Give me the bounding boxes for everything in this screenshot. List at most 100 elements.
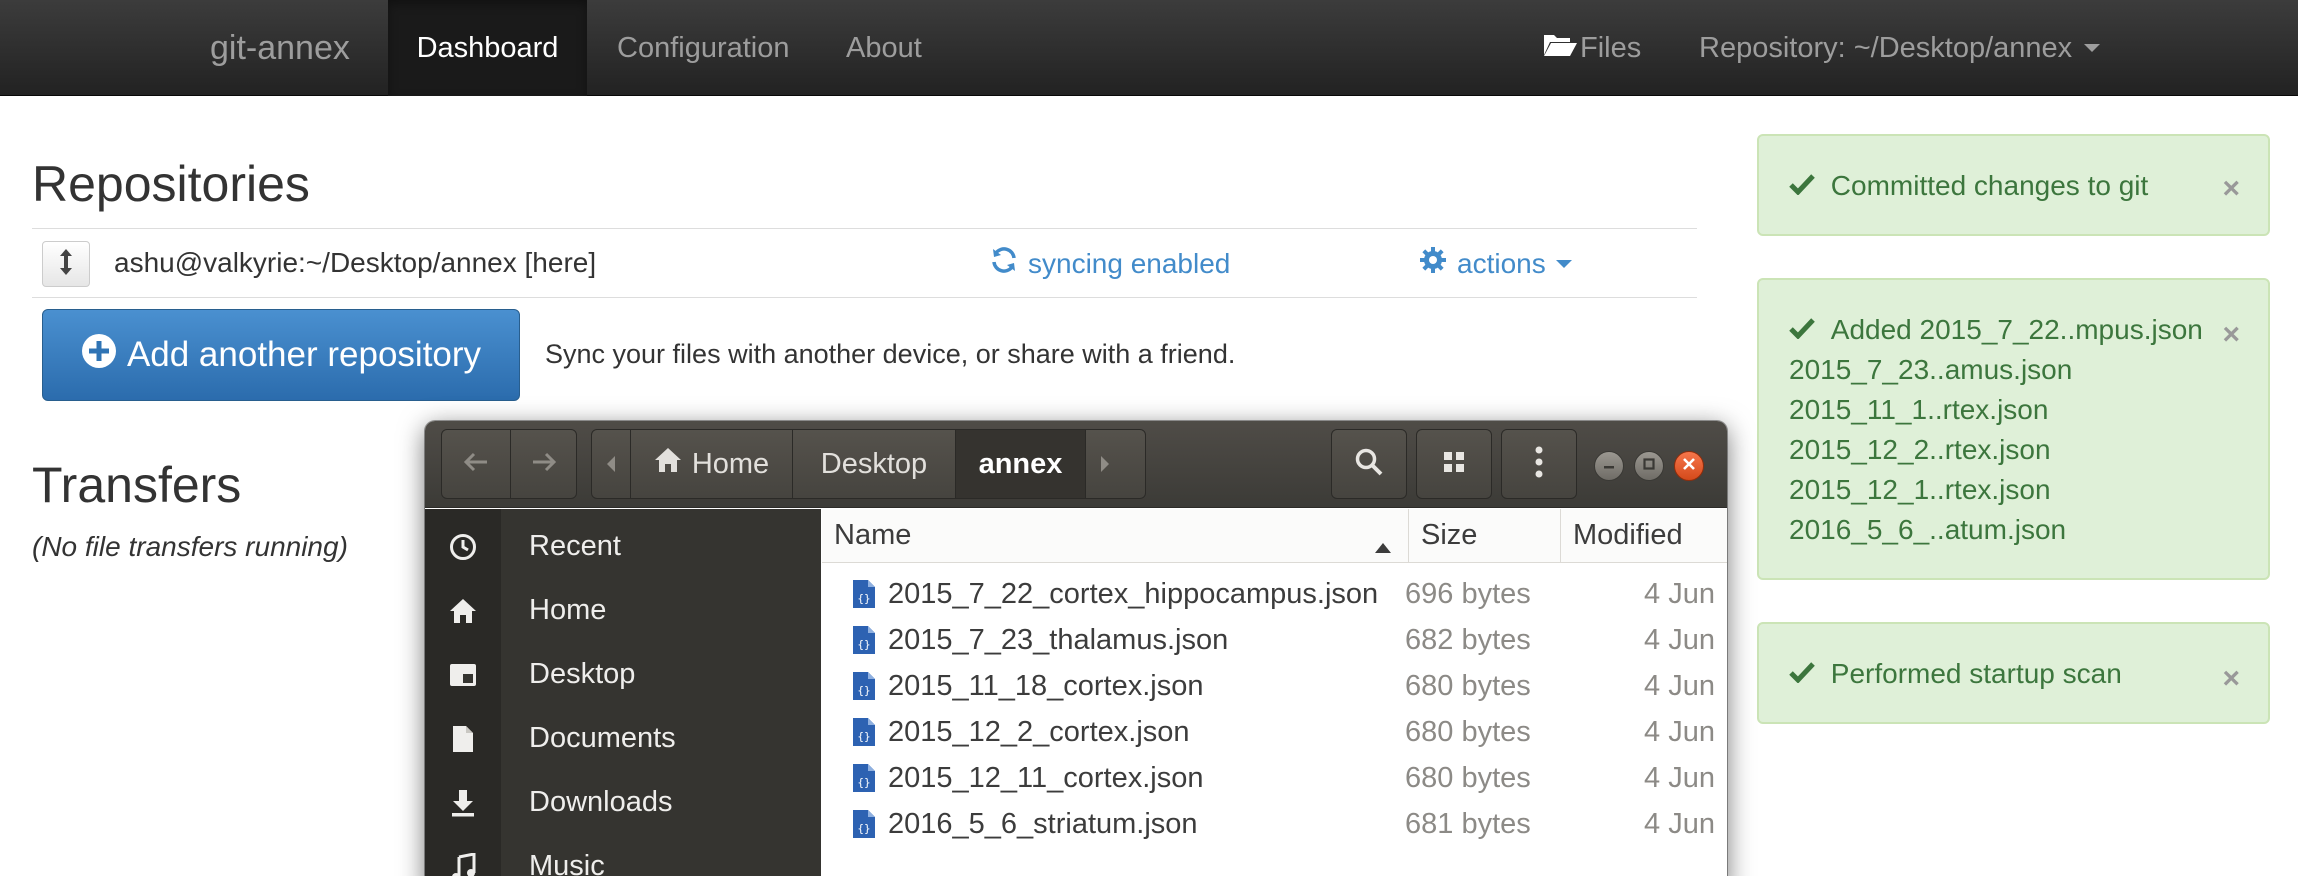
json-file-icon: {}	[852, 671, 876, 701]
sync-status-link[interactable]: syncing enabled	[990, 246, 1230, 281]
file-row[interactable]: {} 2015_12_11_cortex.json 680 bytes 4 Ju…	[822, 755, 1727, 801]
file-row[interactable]: {} 2016_5_6_striatum.json 681 bytes 4 Ju…	[822, 801, 1727, 847]
sidebar-item-label: Desktop	[529, 658, 636, 690]
file-modified: 4 Jun	[1644, 716, 1715, 748]
drag-handle-button[interactable]	[42, 241, 90, 287]
caret-down-icon	[1555, 259, 1572, 268]
file-size: 680 bytes	[1405, 670, 1531, 702]
minimize-button[interactable]	[1594, 451, 1624, 481]
add-repository-hint: Sync your files with another device, or …	[545, 339, 1236, 369]
sidebar-item-documents[interactable]: Documents	[425, 707, 821, 771]
alert-text: 2016_5_6_..atum.json	[1789, 514, 2067, 545]
file-row[interactable]: {} 2015_7_23_thalamus.json 682 bytes 4 J…	[822, 617, 1727, 663]
close-icon	[1682, 457, 1696, 476]
file-name: 2015_12_11_cortex.json	[888, 762, 1204, 794]
svg-text:{}: {}	[857, 684, 870, 697]
file-size: 680 bytes	[1405, 716, 1531, 748]
arrow-right-icon	[531, 451, 557, 478]
breadcrumb-desktop[interactable]: Desktop	[792, 430, 955, 498]
files-link[interactable]: Files	[1542, 0, 1641, 96]
path-scroll-left-button[interactable]	[592, 430, 630, 498]
close-icon[interactable]: ×	[2222, 662, 2240, 696]
minimize-icon	[1602, 457, 1616, 476]
maximize-button[interactable]	[1634, 451, 1664, 481]
alert-text: 2015_11_1..rtex.json	[1789, 394, 2049, 425]
file-size: 696 bytes	[1405, 578, 1531, 610]
breadcrumb-home[interactable]: Home	[630, 430, 792, 498]
file-row[interactable]: {} 2015_11_18_cortex.json 680 bytes 4 Ju…	[822, 663, 1727, 709]
alert-text: 2015_12_2..rtex.json	[1789, 434, 2051, 465]
column-header-size[interactable]: Size	[1409, 509, 1561, 563]
back-button[interactable]	[442, 430, 510, 498]
search-icon	[1354, 447, 1384, 482]
actions-dropdown[interactable]: actions	[1419, 246, 1572, 281]
file-size: 681 bytes	[1405, 808, 1531, 840]
desktop-icon	[447, 659, 479, 691]
alert-text: Performed startup scan	[1830, 658, 2122, 689]
column-header-name[interactable]: Name	[822, 509, 1409, 563]
resize-vertical-icon	[59, 248, 73, 281]
json-file-icon: {}	[852, 717, 876, 747]
sort-ascending-icon	[1374, 529, 1392, 562]
refresh-icon	[990, 246, 1018, 281]
column-header-modified[interactable]: Modified	[1561, 509, 1727, 563]
file-name: 2015_11_18_cortex.json	[888, 670, 1204, 702]
close-icon[interactable]: ×	[2222, 172, 2240, 206]
files-label: Files	[1580, 32, 1642, 64]
tab-configuration[interactable]: Configuration	[617, 0, 790, 96]
close-window-button[interactable]	[1674, 451, 1704, 481]
sidebar-item-label: Documents	[529, 722, 676, 754]
check-icon	[1789, 170, 1823, 201]
actions-label: actions	[1457, 247, 1546, 279]
sidebar-item-label: Music	[529, 850, 605, 876]
repository-name: ashu@valkyrie:~/Desktop/annex [here]	[114, 247, 597, 278]
close-icon[interactable]: ×	[2222, 318, 2240, 352]
sync-status-label: syncing enabled	[1028, 247, 1231, 279]
file-name: 2015_7_22_cortex_hippocampus.json	[888, 578, 1379, 610]
kebab-menu-icon	[1535, 446, 1543, 483]
sidebar-item-home[interactable]: Home	[425, 579, 821, 643]
sidebar-item-music[interactable]: Music	[425, 835, 821, 876]
add-repository-button[interactable]: Add another repository	[42, 309, 520, 401]
alert-startup-scan: Performed startup scan ×	[1757, 622, 2270, 724]
tab-about[interactable]: About	[846, 0, 922, 96]
menu-button[interactable]	[1501, 429, 1577, 499]
maximize-icon	[1642, 457, 1656, 476]
forward-button[interactable]	[510, 430, 578, 498]
file-name: 2015_12_2_cortex.json	[888, 716, 1190, 748]
sidebar-item-recent[interactable]: Recent	[425, 515, 821, 579]
svg-text:{}: {}	[857, 592, 870, 605]
repository-dropdown[interactable]: Repository: ~/Desktop/annex	[1699, 0, 2101, 96]
breadcrumb-label: Home	[691, 447, 770, 480]
file-name: 2015_7_23_thalamus.json	[888, 624, 1229, 656]
column-header-label: Name	[834, 519, 912, 551]
file-manager-headerbar: Home Desktop annex	[425, 421, 1727, 508]
file-size: 682 bytes	[1405, 624, 1531, 656]
repository-label: Repository: ~/Desktop/annex	[1699, 32, 2073, 64]
home-icon	[654, 447, 682, 481]
file-modified: 4 Jun	[1644, 670, 1715, 702]
home-icon	[447, 595, 479, 627]
plus-circle-icon	[81, 333, 117, 378]
places-sidebar: Recent Home Desktop Documents Downloads	[425, 509, 821, 876]
json-file-icon: {}	[852, 809, 876, 839]
alert-committed: Committed changes to git ×	[1757, 134, 2270, 236]
alert-added-files: Added 2015_7_22..mpus.json 2015_7_23..am…	[1757, 278, 2270, 580]
chevron-left-icon	[605, 448, 617, 481]
brand-link[interactable]: git-annex	[210, 0, 350, 96]
tab-dashboard[interactable]: Dashboard	[388, 0, 587, 96]
breadcrumb-annex[interactable]: annex	[955, 430, 1085, 498]
file-row[interactable]: {} 2015_7_22_cortex_hippocampus.json 696…	[822, 571, 1727, 617]
svg-text:{}: {}	[857, 776, 870, 789]
transfers-heading: Transfers	[32, 457, 242, 513]
search-button[interactable]	[1331, 429, 1407, 499]
check-icon	[1789, 314, 1823, 345]
chevron-right-icon	[1099, 448, 1111, 481]
view-toggle-button[interactable]	[1416, 429, 1492, 499]
path-scroll-right-button[interactable]	[1085, 430, 1123, 498]
sidebar-item-desktop[interactable]: Desktop	[425, 643, 821, 707]
gear-icon	[1419, 246, 1447, 281]
file-row[interactable]: {} 2015_12_2_cortex.json 680 bytes 4 Jun	[822, 709, 1727, 755]
sidebar-item-downloads[interactable]: Downloads	[425, 771, 821, 835]
music-icon	[447, 851, 479, 876]
